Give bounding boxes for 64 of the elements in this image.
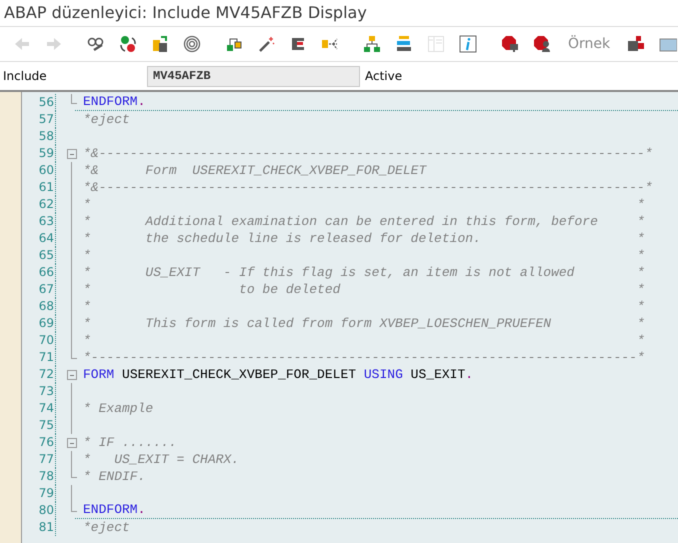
- line-number: 56: [22, 94, 56, 111]
- code-line: * *: [83, 298, 646, 315]
- collapse-toggle[interactable]: [67, 438, 77, 448]
- code-line: * to be deleted *: [83, 281, 646, 298]
- line-number: 79: [22, 485, 56, 502]
- stack-icon[interactable]: [394, 34, 414, 54]
- line-number: 72: [22, 366, 56, 383]
- line-number: 67: [22, 281, 56, 298]
- code-line: *& Form USEREXIT_CHECK_XVBEP_FOR_DELET: [83, 162, 428, 179]
- window-title: ABAP düzenleyici: Include MV45AFZB Display: [0, 0, 678, 27]
- include-name-field[interactable]: MV45AFZB: [147, 66, 360, 86]
- line-number: 76: [22, 434, 56, 451]
- code-line: * IF .......: [83, 434, 178, 451]
- line-number: 71: [22, 349, 56, 366]
- code-line: FORM USEREXIT_CHECK_XVBEP_FOR_DELET USING US_EXIT.: [83, 366, 474, 383]
- blocks-icon[interactable]: [626, 34, 646, 54]
- line-number: 66: [22, 264, 56, 281]
- line-number: 60: [22, 162, 56, 179]
- line-number: 57: [22, 111, 56, 128]
- collapse-toggle[interactable]: [67, 149, 77, 159]
- code-line: *&----------------------------------------------------------------------*: [83, 179, 654, 196]
- dots-icon[interactable]: [118, 34, 138, 54]
- line-number: 58: [22, 128, 56, 145]
- line-number: 80: [22, 502, 56, 519]
- line-number: 77: [22, 451, 56, 468]
- code-line: * US_EXIT = CHARX.: [83, 451, 240, 468]
- line-number: 64: [22, 230, 56, 247]
- code-line: *----------------------------------------------------------------------*: [83, 349, 646, 366]
- document-swap-icon[interactable]: [150, 34, 170, 54]
- line-number: 81: [22, 519, 56, 536]
- code-line: *&----------------------------------------------------------------------*: [83, 145, 654, 162]
- code-line: ENDFORM.: [75, 502, 678, 519]
- line-number: 74: [22, 400, 56, 417]
- rings-icon[interactable]: [182, 34, 202, 54]
- code-line: * This form is called from form XVBEP_LOESCHEN_PRUEFEN *: [83, 315, 646, 332]
- line-number: 75: [22, 417, 56, 434]
- info-icon[interactable]: [458, 34, 478, 54]
- code-line: * *: [83, 196, 646, 213]
- line-number: 61: [22, 179, 56, 196]
- line-number: 73: [22, 383, 56, 400]
- code-line: *eject: [83, 111, 131, 128]
- line-number: 78: [22, 468, 56, 485]
- code-line: * US_EXIT - If this flag is set, an item is not allowed *: [83, 264, 646, 281]
- collapse-toggle[interactable]: [67, 370, 77, 380]
- code-line: * the schedule line is released for deletion. *: [83, 230, 646, 247]
- code-line: * ENDIF.: [83, 468, 146, 485]
- code-line: * *: [83, 332, 646, 349]
- field-label: Include: [2, 69, 48, 83]
- code-line: * Example: [83, 400, 154, 417]
- line-number: 69: [22, 315, 56, 332]
- code-line: * Additional examination can be entered in this form, before *: [83, 213, 646, 230]
- code-line: ENDFORM.: [75, 94, 678, 111]
- line-number: 62: [22, 196, 56, 213]
- code-line: *eject: [83, 519, 131, 536]
- line-number: 59: [22, 145, 56, 162]
- stop-sign-user-icon[interactable]: [532, 34, 552, 54]
- stop-sign-monitor-icon[interactable]: [500, 34, 520, 54]
- code-line: * *: [83, 247, 646, 264]
- line-number: 68: [22, 298, 56, 315]
- line-number: 70: [22, 332, 56, 349]
- line-number: 63: [22, 213, 56, 230]
- line-number: 65: [22, 247, 56, 264]
- hierarchy-icon[interactable]: [362, 34, 382, 54]
- status-text: Active: [364, 69, 402, 83]
